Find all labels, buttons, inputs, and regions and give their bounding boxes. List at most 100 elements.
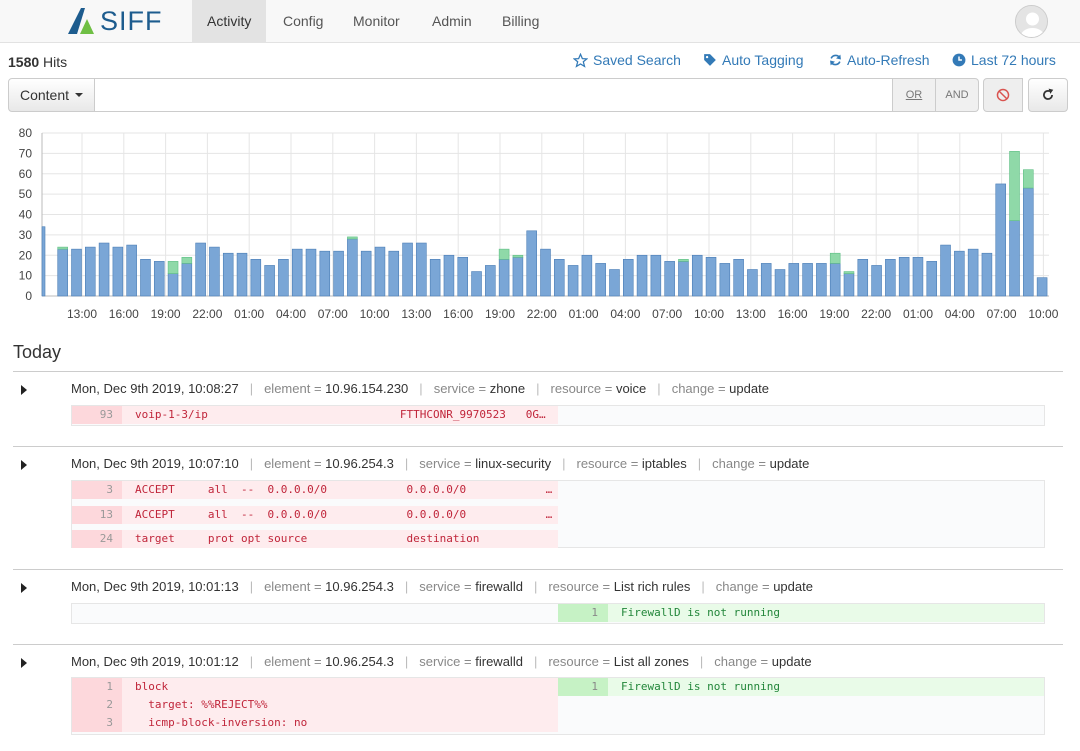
x-tick-label: 07:00 bbox=[987, 307, 1017, 321]
resource-value[interactable]: List rich rules bbox=[614, 579, 691, 594]
auto-refresh-link[interactable]: Auto-Refresh bbox=[829, 52, 929, 68]
separator: | bbox=[701, 579, 705, 594]
caret-down-icon bbox=[75, 93, 84, 97]
histogram-bar bbox=[153, 261, 165, 297]
resource-value[interactable]: voice bbox=[616, 381, 646, 396]
histogram-bar bbox=[691, 254, 703, 297]
histogram-bar bbox=[333, 250, 344, 297]
y-tick-label: 20 bbox=[19, 248, 33, 262]
entry-meta: Mon, Dec 9th 2019, 10:07:10 | element = 10… bbox=[71, 456, 809, 471]
element-value[interactable]: 10.96.254.3 bbox=[325, 654, 394, 669]
x-tick-label: 13:00 bbox=[401, 307, 431, 321]
service-key: service = bbox=[419, 579, 472, 594]
search-input[interactable] bbox=[95, 78, 893, 112]
refresh-button[interactable] bbox=[1028, 78, 1068, 112]
histogram-bar bbox=[498, 259, 510, 297]
histogram-bar-stacked bbox=[498, 248, 510, 260]
content-field-dropdown[interactable]: Content bbox=[8, 78, 95, 112]
x-tick-label: 16:00 bbox=[443, 307, 473, 321]
histogram-bar bbox=[760, 263, 772, 297]
y-tick-label: 10 bbox=[19, 269, 33, 283]
change-value[interactable]: update bbox=[772, 654, 812, 669]
histogram-bar bbox=[98, 242, 110, 297]
x-tick-label: 07:00 bbox=[652, 307, 682, 321]
service-value[interactable]: firewalld bbox=[475, 579, 523, 594]
nav-tab-config[interactable]: Config bbox=[268, 0, 338, 43]
histogram-bar bbox=[967, 248, 979, 297]
histogram-bar bbox=[140, 259, 151, 297]
auto-tagging-label: Auto Tagging bbox=[722, 52, 804, 68]
resource-value[interactable]: iptables bbox=[642, 456, 687, 471]
resource-key: resource = bbox=[548, 654, 611, 669]
histogram-bar-stacked bbox=[512, 254, 524, 258]
change-key: change = bbox=[671, 381, 726, 396]
hits-count: 1580 Hits bbox=[8, 54, 67, 70]
logo-mark-icon bbox=[68, 8, 94, 34]
expand-triangle-icon[interactable] bbox=[21, 658, 27, 668]
histogram-bar bbox=[443, 254, 455, 297]
and-button[interactable]: AND bbox=[936, 78, 979, 112]
expand-triangle-icon[interactable] bbox=[21, 385, 27, 395]
clear-search-button[interactable] bbox=[983, 78, 1023, 112]
service-value[interactable]: linux-security bbox=[475, 456, 551, 471]
element-key: element = bbox=[264, 456, 322, 471]
nav-tab-admin[interactable]: Admin bbox=[417, 0, 487, 43]
histogram-bar bbox=[636, 254, 648, 297]
auto-tagging-link[interactable]: Auto Tagging bbox=[703, 52, 803, 68]
time-range-link[interactable]: Last 72 hours bbox=[952, 52, 1056, 68]
histogram-bar bbox=[829, 263, 841, 297]
nav-tab-activity[interactable]: Activity bbox=[192, 0, 267, 43]
element-value[interactable]: 10.96.154.230 bbox=[325, 381, 408, 396]
expand-triangle-icon[interactable] bbox=[21, 460, 27, 470]
histogram-bar bbox=[1009, 220, 1020, 297]
histogram-bar bbox=[995, 183, 1006, 297]
histogram-bar bbox=[112, 246, 124, 297]
service-value[interactable]: zhone bbox=[490, 381, 525, 396]
nav-tab-monitor[interactable]: Monitor bbox=[338, 0, 415, 43]
histogram-bar bbox=[554, 259, 565, 297]
histogram-bar-stacked bbox=[347, 236, 358, 240]
entry-timestamp: Mon, Dec 9th 2019, 10:01:12 bbox=[71, 654, 239, 669]
siff-logo[interactable]: SIFF bbox=[68, 6, 163, 36]
entry-timestamp: Mon, Dec 9th 2019, 10:08:27 bbox=[71, 381, 239, 396]
expand-triangle-icon[interactable] bbox=[21, 583, 27, 593]
change-value[interactable]: update bbox=[773, 579, 813, 594]
separator: | bbox=[536, 381, 540, 396]
separator: | bbox=[657, 381, 661, 396]
histogram-bar bbox=[264, 265, 275, 297]
x-tick-label: 01:00 bbox=[903, 307, 933, 321]
separator: | bbox=[249, 654, 254, 669]
histogram-bar bbox=[540, 248, 551, 297]
diff-line-number-removed: 1 bbox=[72, 678, 122, 696]
y-tick-label: 70 bbox=[19, 146, 33, 160]
histogram-bar bbox=[85, 246, 96, 297]
nav-tab-billing[interactable]: Billing bbox=[487, 0, 554, 43]
change-key: change = bbox=[712, 456, 766, 471]
change-key: change = bbox=[714, 654, 769, 669]
histogram-bar bbox=[802, 263, 813, 297]
activity-entry: Mon, Dec 9th 2019, 10:08:27 | element = 10… bbox=[13, 371, 1063, 446]
change-value[interactable]: update bbox=[770, 456, 810, 471]
diff-line-removed: block bbox=[122, 678, 558, 696]
or-button[interactable]: OR bbox=[893, 78, 936, 112]
diff-line-number-removed: 3 bbox=[72, 481, 122, 499]
histogram-bar bbox=[609, 269, 620, 297]
change-value[interactable]: update bbox=[729, 381, 769, 396]
histogram-bar bbox=[485, 265, 496, 297]
resource-value[interactable]: List all zones bbox=[614, 654, 689, 669]
separator: | bbox=[562, 456, 566, 471]
histogram-bar-stacked bbox=[167, 261, 179, 274]
x-tick-label: 22:00 bbox=[527, 307, 557, 321]
element-value[interactable]: 10.96.254.3 bbox=[325, 579, 394, 594]
x-tick-label: 19:00 bbox=[819, 307, 849, 321]
user-avatar[interactable] bbox=[1015, 5, 1048, 38]
diff-line-number-removed: 13 bbox=[72, 506, 122, 524]
histogram-bar bbox=[747, 269, 758, 297]
x-tick-label: 01:00 bbox=[234, 307, 264, 321]
element-value[interactable]: 10.96.254.3 bbox=[325, 456, 394, 471]
histogram-bar bbox=[388, 250, 400, 297]
separator: | bbox=[249, 456, 254, 471]
histogram-bar bbox=[374, 246, 386, 297]
saved-search-link[interactable]: Saved Search bbox=[573, 52, 681, 68]
service-value[interactable]: firewalld bbox=[475, 654, 523, 669]
